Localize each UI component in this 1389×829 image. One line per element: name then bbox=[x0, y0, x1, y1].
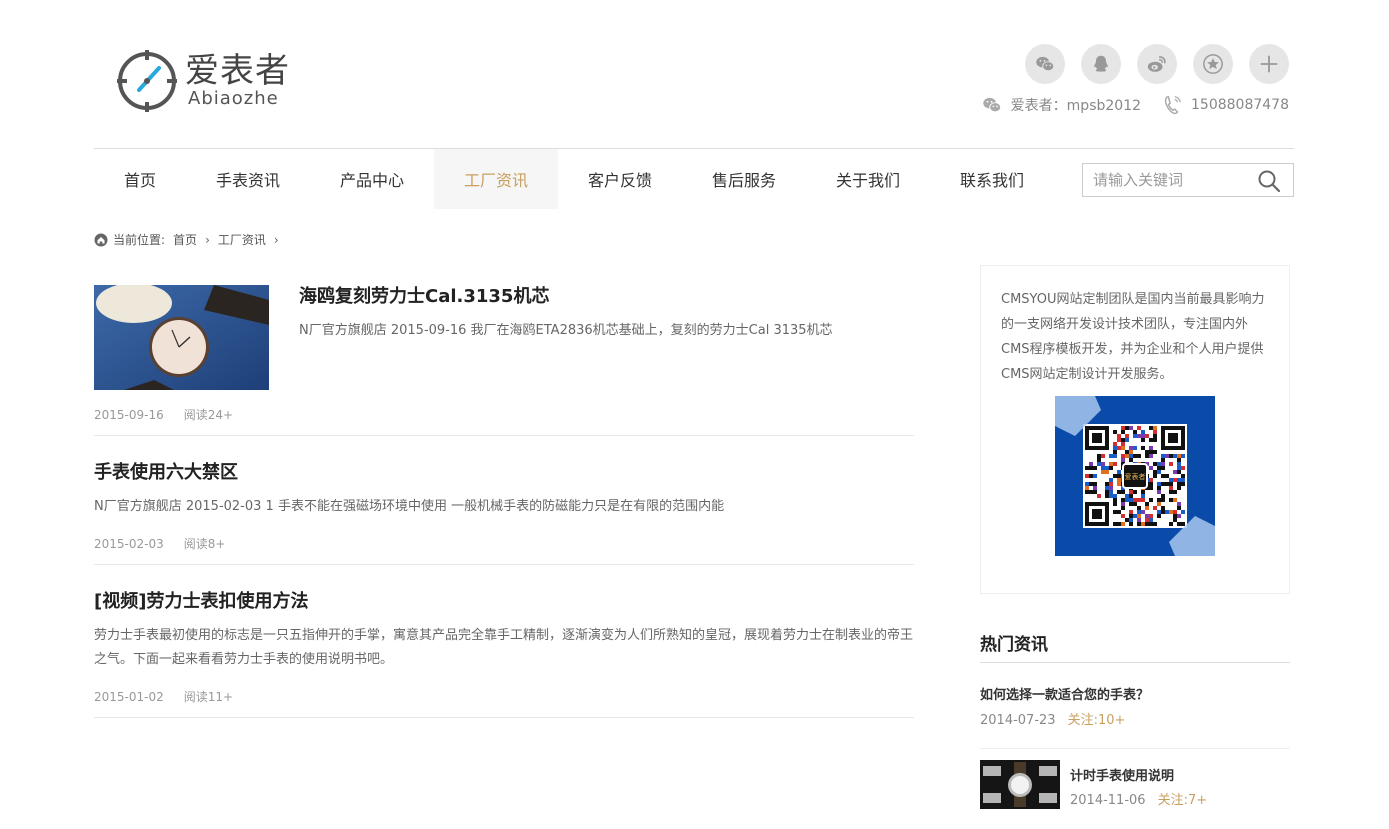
search-icon[interactable] bbox=[1257, 169, 1281, 193]
breadcrumb: 当前位置: 首页 › 工厂资讯 › bbox=[94, 231, 279, 248]
hot-news-item-meta: 2014-11-06 关注:7+ bbox=[1070, 789, 1207, 808]
logo-name-en: Abiaozhe bbox=[188, 88, 279, 109]
weibo-button[interactable] bbox=[1137, 44, 1177, 84]
favorite-button[interactable] bbox=[1193, 44, 1233, 84]
breadcrumb-label: 当前位置: bbox=[113, 233, 166, 247]
phone-icon bbox=[1164, 96, 1181, 115]
article-reads: 阅读11+ bbox=[183, 690, 234, 704]
plus-icon bbox=[1260, 55, 1278, 73]
breadcrumb-separator: › bbox=[205, 232, 210, 247]
watch-photo-icon bbox=[980, 760, 1060, 809]
qq-button[interactable] bbox=[1081, 44, 1121, 84]
nav-about[interactable]: 关于我们 bbox=[806, 149, 930, 209]
hot-news-title: 热门资讯 bbox=[980, 635, 1048, 655]
qr-center-label: 爱表者 bbox=[1125, 472, 1146, 481]
search-input[interactable] bbox=[1083, 165, 1243, 195]
nav-contact[interactable]: 联系我们 bbox=[930, 149, 1054, 209]
search-box bbox=[1082, 163, 1294, 197]
article-thumbnail[interactable] bbox=[94, 285, 269, 390]
hot-news-item-meta: 2014-07-23 关注:10+ bbox=[980, 709, 1125, 728]
contact-wechat: 爱表者：mpsb2012 bbox=[981, 94, 1141, 116]
about-panel: CMSYOU网站定制团队是国内当前最具影响力的一支网络开发设计技术团队，专注国内… bbox=[980, 265, 1290, 594]
site-logo[interactable]: 爱表者 Abiaozhe bbox=[117, 50, 297, 112]
hot-news-follow: 关注:10+ bbox=[1067, 713, 1126, 728]
favorite-icon bbox=[1203, 54, 1223, 74]
about-text: CMSYOU网站定制团队是国内当前最具影响力的一支网络开发设计技术团队，专注国内… bbox=[1001, 292, 1265, 382]
article-reads: 阅读8+ bbox=[183, 537, 226, 551]
article-item: [视频]劳力士表扣使用方法 劳力士手表最初使用的标志是一只五指伸开的手掌，寓意其… bbox=[94, 565, 914, 718]
clock-logo-icon bbox=[117, 50, 177, 112]
more-button[interactable] bbox=[1249, 44, 1289, 84]
article-summary: N厂官方旗舰店 2015-02-03 1 手表不能在强磁场环境中使用 一般机械手… bbox=[94, 499, 725, 514]
wechat-icon bbox=[982, 97, 1001, 113]
nav-after-sales[interactable]: 售后服务 bbox=[682, 149, 806, 209]
hot-news-divider bbox=[980, 748, 1290, 749]
article-item: 海鸥复刻劳力士Cal.3135机芯 N厂官方旗舰店 2015-09-16 我厂在… bbox=[94, 264, 914, 436]
article-date: 2015-02-03 bbox=[94, 537, 164, 551]
article-reads: 阅读24+ bbox=[183, 408, 234, 422]
article-title[interactable]: [视频]劳力士表扣使用方法 bbox=[94, 587, 308, 613]
nav-watch-news[interactable]: 手表资讯 bbox=[186, 149, 310, 209]
nav-home[interactable]: 首页 bbox=[94, 149, 186, 209]
breadcrumb-separator: › bbox=[273, 232, 279, 247]
article-meta: 2015-01-02 阅读11+ bbox=[94, 688, 233, 705]
hot-news-thumbnail[interactable] bbox=[980, 760, 1060, 809]
social-links bbox=[1025, 44, 1289, 84]
main-nav: 首页 手表资讯 产品中心 工厂资讯 客户反馈 售后服务 关于我们 联系我们 bbox=[94, 149, 1054, 209]
article-title[interactable]: 海鸥复刻劳力士Cal.3135机芯 bbox=[299, 282, 549, 308]
contact-info: 爱表者：mpsb2012 15088087478 bbox=[961, 94, 1289, 116]
article-title[interactable]: 手表使用六大禁区 bbox=[94, 458, 238, 484]
hot-news-item-title[interactable]: 计时手表使用说明 bbox=[1070, 765, 1174, 784]
weibo-icon bbox=[1147, 56, 1166, 72]
breadcrumb-home[interactable]: 首页 bbox=[173, 231, 197, 248]
hot-news-follow: 关注:7+ bbox=[1157, 793, 1208, 808]
article-summary: N厂官方旗舰店 2015-09-16 我厂在海鸥ETA2836机芯基础上，复刻的… bbox=[299, 323, 833, 338]
wechat-button[interactable] bbox=[1025, 44, 1065, 84]
article-item: 手表使用六大禁区 N厂官方旗舰店 2015-02-03 1 手表不能在强磁场环境… bbox=[94, 436, 914, 565]
breadcrumb-current[interactable]: 工厂资讯 bbox=[218, 231, 266, 248]
article-meta: 2015-02-03 阅读8+ bbox=[94, 535, 225, 552]
article-date: 2015-01-02 bbox=[94, 690, 164, 704]
contact-wechat-text: 爱表者：mpsb2012 bbox=[1010, 98, 1142, 114]
logo-name-cn: 爱表者 bbox=[185, 51, 290, 91]
article-meta: 2015-09-16 阅读24+ bbox=[94, 406, 233, 423]
contact-phone: 15088087478 bbox=[1161, 94, 1289, 116]
nav-products[interactable]: 产品中心 bbox=[310, 149, 434, 209]
hot-news-date: 2014-11-06 bbox=[1070, 793, 1146, 808]
nav-factory-news[interactable]: 工厂资讯 bbox=[434, 149, 558, 209]
qr-code: 爱表者 bbox=[1055, 396, 1215, 556]
nav-feedback[interactable]: 客户反馈 bbox=[558, 149, 682, 209]
article-summary: 劳力士手表最初使用的标志是一只五指伸开的手掌，寓意其产品完全靠手工精制，逐渐演变… bbox=[94, 628, 914, 667]
qq-icon bbox=[1094, 55, 1108, 72]
contact-phone-text: 15088087478 bbox=[1191, 97, 1289, 113]
watch-photo-icon bbox=[94, 285, 269, 390]
wechat-icon bbox=[1036, 56, 1055, 72]
home-icon bbox=[94, 233, 108, 246]
hot-news-divider bbox=[980, 662, 1290, 663]
article-list: 海鸥复刻劳力士Cal.3135机芯 N厂官方旗舰店 2015-09-16 我厂在… bbox=[94, 264, 914, 718]
hot-news-item-title[interactable]: 如何选择一款适合您的手表？ bbox=[980, 684, 1149, 703]
article-date: 2015-09-16 bbox=[94, 408, 164, 422]
hot-news-date: 2014-07-23 bbox=[980, 713, 1056, 728]
